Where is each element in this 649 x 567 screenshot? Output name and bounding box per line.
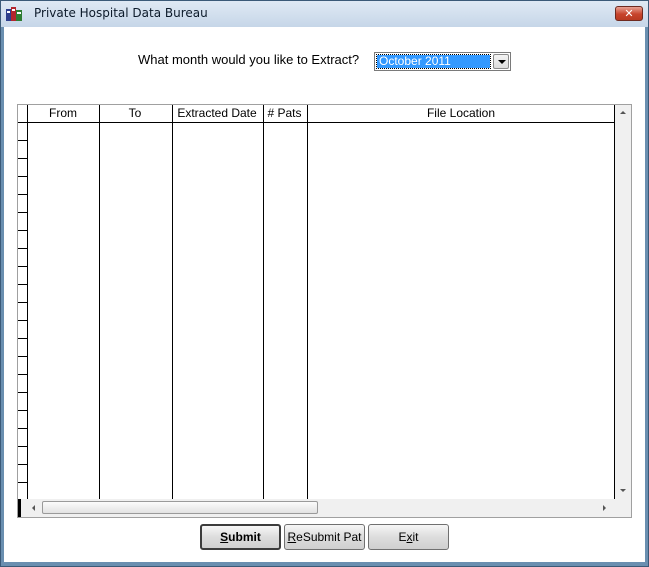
row-selector-tick [18, 374, 27, 375]
month-prompt-label: What month would you like to Extract? [138, 52, 360, 67]
row-selector-tick [18, 482, 27, 483]
row-selector-tick [18, 140, 27, 141]
app-window: Private Hospital Data Bureau ✕ What mont… [0, 0, 649, 567]
column-header-pats[interactable]: # Pats [263, 105, 306, 122]
row-selector-tick [18, 410, 27, 411]
row-selector-tick [18, 320, 27, 321]
row-selector-tick [18, 194, 27, 195]
app-icon [6, 7, 22, 21]
row-selector-tick [18, 212, 27, 213]
row-selector-tick [18, 176, 27, 177]
grid-header: From To Extracted Date # Pats File Locat… [18, 105, 615, 123]
month-selected-value[interactable]: October 2011 [376, 54, 491, 69]
column-divider [307, 105, 308, 499]
row-selector-marker [18, 499, 21, 517]
chevron-down-icon[interactable] [493, 54, 509, 69]
exit-label-start: E [398, 530, 407, 544]
row-selector-tick [18, 266, 27, 267]
row-selector-column[interactable] [18, 105, 28, 499]
column-divider [172, 105, 173, 499]
scroll-corner [615, 499, 631, 517]
scroll-right-arrow-icon[interactable] [597, 499, 613, 517]
row-selector-tick [18, 428, 27, 429]
extract-grid[interactable]: From To Extracted Date # Pats File Locat… [17, 104, 632, 518]
horizontal-scrollbar[interactable] [18, 499, 615, 517]
column-divider [263, 105, 264, 499]
client-area: What month would you like to Extract? Oc… [4, 27, 645, 562]
row-selector-tick [18, 284, 27, 285]
month-dropdown[interactable]: October 2011 [374, 52, 511, 71]
exit-button[interactable]: Exit [368, 524, 449, 550]
close-icon: ✕ [624, 7, 634, 20]
vertical-scrollbar[interactable] [615, 105, 631, 499]
row-selector-tick [18, 464, 27, 465]
row-selector-tick [18, 392, 27, 393]
row-selector-tick [18, 248, 27, 249]
scroll-up-arrow-icon[interactable] [615, 105, 631, 121]
scroll-left-arrow-icon[interactable] [26, 499, 42, 517]
column-header-file-location[interactable]: File Location [307, 105, 615, 122]
row-selector-tick [18, 302, 27, 303]
submit-button[interactable]: Submit [200, 524, 281, 550]
submit-mnemonic: S [220, 530, 229, 544]
column-header-to[interactable]: To [99, 105, 171, 122]
row-selector-tick [18, 446, 27, 447]
title-bar[interactable]: Private Hospital Data Bureau ✕ [1, 1, 648, 27]
horizontal-scroll-thumb[interactable] [42, 501, 318, 514]
row-selector-tick [18, 338, 27, 339]
scroll-down-arrow-icon[interactable] [615, 483, 631, 499]
column-divider [99, 105, 100, 499]
exit-label-end: it [412, 530, 419, 544]
column-header-extracted-date[interactable]: Extracted Date [172, 105, 262, 122]
resubmit-label: eSubmit Pat [296, 530, 362, 544]
row-selector-tick [18, 122, 27, 123]
row-selector-tick [18, 158, 27, 159]
close-button[interactable]: ✕ [615, 6, 643, 21]
resubmit-pat-button[interactable]: ReSubmit Pat [284, 524, 365, 550]
row-selector-tick [18, 230, 27, 231]
window-title: Private Hospital Data Bureau [34, 6, 208, 20]
resubmit-mnemonic: R [287, 530, 297, 544]
column-header-from[interactable]: From [28, 105, 98, 122]
submit-label: ubmit [228, 530, 261, 544]
row-selector-tick [18, 356, 27, 357]
